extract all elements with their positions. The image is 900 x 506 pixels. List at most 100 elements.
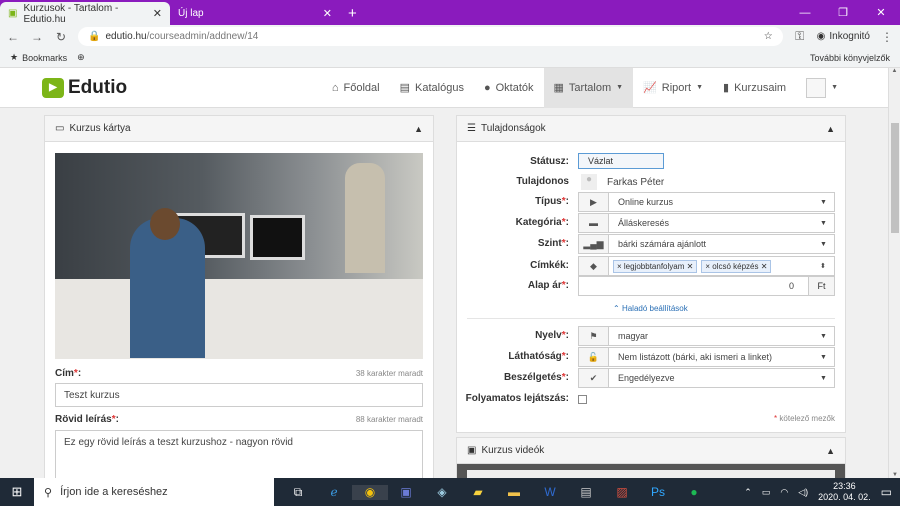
chevron-up-icon[interactable]: ⌃: [744, 487, 752, 498]
notifications-icon[interactable]: ▭: [881, 485, 892, 499]
user-menu[interactable]: ▼: [796, 68, 848, 108]
required-asterisk: *: [561, 217, 566, 228]
user-icon: ●: [483, 81, 491, 94]
bookmarks-star-icon: ★: [10, 52, 19, 62]
other-bookmarks[interactable]: További könyvjelzők: [810, 53, 890, 63]
forward-arrow-icon[interactable]: →: [30, 30, 44, 44]
panel-header: ☰ Tulajdonságok ▲: [457, 116, 845, 142]
incognito-label: Inkognitó: [829, 31, 870, 42]
battery-icon[interactable]: ▭: [762, 487, 771, 498]
select-value: bárki számára ajánlott: [618, 239, 707, 249]
star-icon[interactable]: ☆: [764, 31, 773, 42]
level-select[interactable]: ▂▄▆ bárki számára ajánlott ▼: [578, 234, 835, 254]
close-tab-icon[interactable]: ✕: [153, 7, 162, 20]
remove-tag-icon[interactable]: ✕: [687, 262, 694, 271]
site-logo[interactable]: ▶ Edutio: [42, 77, 127, 99]
tag-chip[interactable]: × legjobbtanfolyam ✕: [613, 259, 698, 273]
status-select[interactable]: Vázlat: [578, 153, 664, 169]
price-input[interactable]: 0 Ft: [578, 276, 835, 296]
nav-label: Tartalom: [568, 81, 612, 94]
chevron-down-icon: ▼: [616, 84, 624, 91]
sticky-notes-icon[interactable]: ▰: [460, 485, 496, 500]
folder-icon: ▬: [579, 214, 609, 232]
nav-content[interactable]: ▦ Tartalom ▼: [543, 68, 634, 108]
windows-start-icon[interactable]: ⊞: [0, 484, 34, 500]
visibility-select[interactable]: 🔓 Nem listázott (bárki, aki ismeri a link…: [578, 347, 835, 367]
task-view-icon[interactable]: ⧉: [280, 485, 316, 500]
collapse-caret-icon[interactable]: ▲: [826, 124, 835, 134]
search-icon: ⚲: [44, 486, 53, 499]
browser-tab-active[interactable]: ▣ Kurzusok - Tartalom - Edutio.hu ✕: [0, 2, 170, 25]
language-row: Nyelv*: ⚑ magyar ▼: [457, 326, 845, 346]
video-item[interactable]: [467, 470, 835, 478]
advanced-settings-link[interactable]: ⌃ Haladó beállítások: [613, 304, 688, 313]
key-icon[interactable]: ⚿: [793, 29, 807, 44]
new-tab-plus-icon[interactable]: +: [340, 2, 365, 25]
close-tab-icon[interactable]: ✕: [323, 7, 332, 20]
owner-avatar: ●: [581, 174, 597, 190]
menu-dots-icon[interactable]: ⋮: [880, 30, 894, 44]
type-select[interactable]: ▶ Online kurzus ▼: [578, 192, 835, 212]
reload-icon[interactable]: ↻: [54, 30, 68, 44]
edge-icon[interactable]: ℯ: [316, 485, 352, 500]
course-cover-image[interactable]: [55, 153, 423, 359]
tag-chip[interactable]: × olcsó képzés ✕: [701, 259, 772, 273]
tab-title: Új lap: [178, 8, 204, 19]
collapse-caret-icon[interactable]: ▲: [414, 124, 423, 134]
collapse-caret-icon[interactable]: ▲: [826, 446, 835, 456]
tags-input[interactable]: ◆ × legjobbtanfolyam ✕ × olcsó képzés ✕ …: [578, 256, 835, 276]
back-arrow-icon[interactable]: ←: [6, 30, 20, 44]
nav-my-courses[interactable]: ▮ Kurzusaim: [713, 68, 796, 108]
app-icon[interactable]: ▤: [568, 485, 604, 500]
link-text: Haladó beállítások: [621, 304, 688, 313]
required-asterisk: *: [561, 330, 566, 341]
photo-head: [150, 208, 180, 240]
app-icon[interactable]: ▣: [388, 485, 424, 500]
title-input[interactable]: Teszt kurzus: [55, 383, 423, 407]
incognito-badge[interactable]: ◉ Inkognitó: [817, 31, 870, 42]
remove-tag-icon[interactable]: ✕: [761, 262, 768, 271]
select-value: Engedélyezve: [618, 373, 675, 383]
note-text: kötelező mezők: [779, 414, 835, 423]
dropdown-arrow-icon: ▼: [820, 240, 827, 248]
short-desc-textarea[interactable]: Ez egy rövid leírás a teszt kurzushoz - …: [55, 430, 423, 478]
browser-tab-newtab[interactable]: Új lap ✕: [170, 2, 340, 25]
videos-panel: ▣ Kurzus videók ▲: [456, 437, 846, 478]
bookmarks-link[interactable]: Bookmarks: [22, 53, 67, 63]
nav-report[interactable]: 📈 Riport ▼: [633, 68, 713, 108]
autoplay-checkbox[interactable]: [578, 395, 587, 404]
dropdown-arrow-icon: ▼: [820, 198, 827, 206]
browser-tab-strip: ▣ Kurzusok - Tartalom - Edutio.hu ✕ Új l…: [0, 0, 900, 25]
language-select[interactable]: ⚑ magyar ▼: [578, 326, 835, 346]
page-scrollbar[interactable]: ▲ ▼: [888, 68, 900, 478]
app-icon[interactable]: ▨: [604, 485, 640, 500]
nav-catalog[interactable]: ▤ Katalógus: [390, 68, 474, 108]
minimize-icon[interactable]: —: [786, 7, 824, 19]
url-bar[interactable]: 🔒 edutio.hu/courseadmin/addnew/14 ☆: [78, 27, 783, 46]
category-select[interactable]: ▬ Álláskeresés ▼: [578, 213, 835, 233]
nav-home[interactable]: ⌂ Főoldal: [322, 68, 390, 108]
word-icon[interactable]: W: [532, 485, 568, 500]
network-icon[interactable]: ◠: [780, 487, 788, 498]
taskbar-search[interactable]: ⚲ Írjon ide a kereséshez: [34, 478, 274, 506]
file-explorer-icon[interactable]: ▬: [496, 485, 532, 500]
close-window-icon[interactable]: ✕: [862, 6, 900, 19]
globe-icon[interactable]: ⊕: [77, 52, 85, 63]
discussion-select[interactable]: ✔ Engedélyezve ▼: [578, 368, 835, 388]
app-icon[interactable]: ◈: [424, 485, 460, 500]
label-text: Láthatóság: [508, 351, 562, 362]
clock[interactable]: 23:36 2020. 04. 02.: [818, 481, 871, 503]
scrollbar-thumb[interactable]: [891, 123, 899, 233]
owner-name: Farkas Péter: [607, 177, 665, 188]
type-row: Típus*: ▶ Online kurzus ▼: [457, 192, 845, 212]
course-card-panel: ▭ Kurzus kártya ▲ Cím*: 38 karakter mara…: [44, 115, 434, 478]
nav-instructors[interactable]: ● Oktatók: [474, 68, 544, 108]
maximize-icon[interactable]: ❐: [824, 6, 862, 19]
window-controls: — ❐ ✕: [786, 0, 900, 25]
spinner-icon[interactable]: ⬍: [820, 262, 834, 270]
volume-icon[interactable]: ◁): [798, 487, 808, 498]
photoshop-icon[interactable]: Ps: [640, 485, 676, 500]
scroll-up-icon[interactable]: ▲: [889, 68, 900, 74]
chrome-icon[interactable]: ◉: [352, 484, 388, 500]
spotify-icon[interactable]: ●: [676, 485, 712, 500]
